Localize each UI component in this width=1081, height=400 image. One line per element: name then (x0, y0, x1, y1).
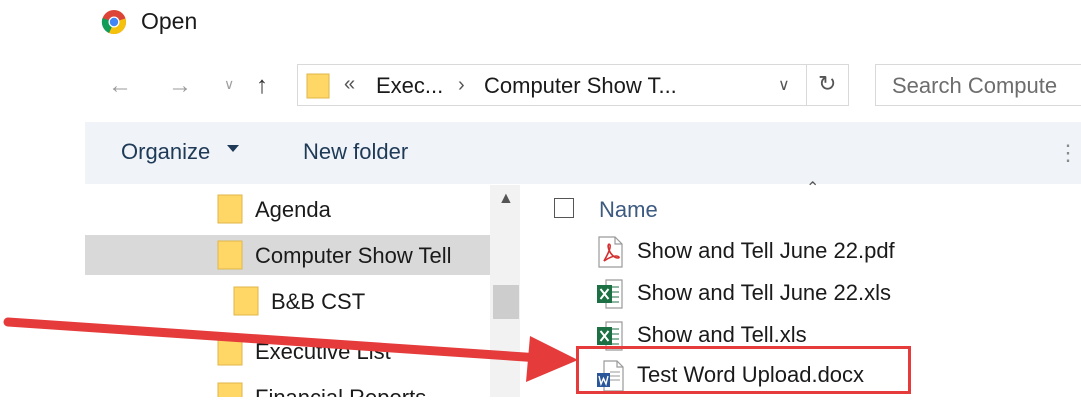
address-separator-icon[interactable]: › (458, 74, 465, 97)
address-overflow-icon[interactable]: « (344, 73, 355, 96)
nav-item-computer-show-tell[interactable]: Computer Show Tell (85, 235, 490, 275)
refresh-icon[interactable]: ↻ (818, 71, 836, 97)
nav-item-label: Agenda (255, 197, 331, 222)
file-name: Show and Tell.xls (637, 322, 807, 347)
address-segment-exec[interactable]: Exec... (376, 73, 443, 99)
annotation-arrow-icon (3, 317, 578, 382)
new-folder-button[interactable]: New folder (303, 139, 408, 165)
organize-button[interactable]: Organize (121, 139, 210, 165)
chevron-down-icon[interactable]: ∨ (224, 76, 234, 93)
pdf-icon (598, 236, 623, 268)
view-options-icon[interactable]: ⋮ (1057, 140, 1079, 166)
annotation-highlight-box (576, 346, 911, 394)
search-input[interactable]: Search Compute (875, 64, 1081, 106)
address-bar[interactable]: « Exec... › Computer Show T... ∨ ↻ (297, 64, 849, 106)
address-segment-computer-show[interactable]: Computer Show T... (484, 73, 677, 99)
nav-item-agenda[interactable]: Agenda (85, 189, 490, 229)
arrow-left-icon[interactable]: ← (108, 72, 132, 100)
search-placeholder: Search Compute (892, 73, 1058, 98)
command-bar: Organize New folder ⋮ (85, 122, 1081, 184)
folder-icon (306, 73, 330, 99)
sort-ascending-icon: ⌃ (806, 180, 820, 197)
select-all-checkbox[interactable] (554, 198, 574, 218)
window-title: Open (141, 8, 198, 34)
scroll-up-icon[interactable]: ▲ (498, 190, 514, 208)
nav-item-label: Computer Show Tell (255, 243, 452, 268)
excel-icon (597, 279, 623, 309)
chevron-down-icon[interactable]: ∨ (778, 75, 790, 95)
chrome-icon (101, 10, 126, 35)
arrow-right-icon[interactable]: → (168, 72, 192, 100)
file-name: Show and Tell June 22.xls (637, 280, 891, 305)
arrow-up-icon[interactable]: ↑ (256, 72, 268, 100)
caret-down-icon[interactable] (227, 145, 239, 152)
file-name: Show and Tell June 22.pdf (637, 238, 895, 263)
folder-icon (217, 194, 243, 224)
name-column-header[interactable]: Name (599, 197, 658, 223)
address-divider (806, 65, 807, 105)
folder-icon (217, 240, 243, 270)
